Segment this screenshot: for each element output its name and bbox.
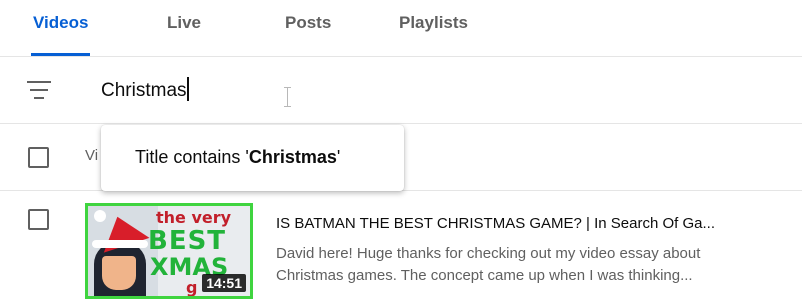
thumbnail-text: BEST: [148, 226, 227, 256]
text-cursor-icon: [283, 87, 292, 107]
select-all-checkbox[interactable]: [28, 147, 49, 168]
thumbnail-text: the very: [156, 208, 232, 227]
filter-suggestion-text: Title contains 'Christmas': [135, 147, 341, 167]
channel-tabs: Videos Live Posts Playlists: [0, 0, 802, 57]
row-checkbox[interactable]: [28, 209, 49, 230]
filter-input[interactable]: Christmas: [101, 77, 521, 105]
tab-videos[interactable]: Videos: [30, 0, 91, 56]
table-row: the very BEST XMAS g 14:51 IS BATMAN THE…: [0, 191, 802, 300]
filter-bar: Christmas: [0, 57, 802, 124]
column-header-video[interactable]: Vi: [85, 147, 98, 164]
filter-input-value: Christmas: [101, 80, 187, 101]
text-caret: [186, 77, 189, 101]
filter-suggestion[interactable]: Title contains 'Christmas': [101, 125, 404, 191]
tab-live[interactable]: Live: [167, 0, 201, 56]
tab-playlists[interactable]: Playlists: [399, 0, 468, 56]
video-thumbnail[interactable]: the very BEST XMAS g 14:51: [85, 203, 253, 299]
tab-posts[interactable]: Posts: [285, 0, 331, 56]
filter-icon[interactable]: [27, 81, 51, 101]
video-duration: 14:51: [202, 274, 246, 292]
video-description: David here! Huge thanks for checking out…: [276, 245, 701, 284]
video-title[interactable]: IS BATMAN THE BEST CHRISTMAS GAME? | In …: [276, 215, 781, 232]
thumbnail-text: g: [186, 278, 198, 297]
